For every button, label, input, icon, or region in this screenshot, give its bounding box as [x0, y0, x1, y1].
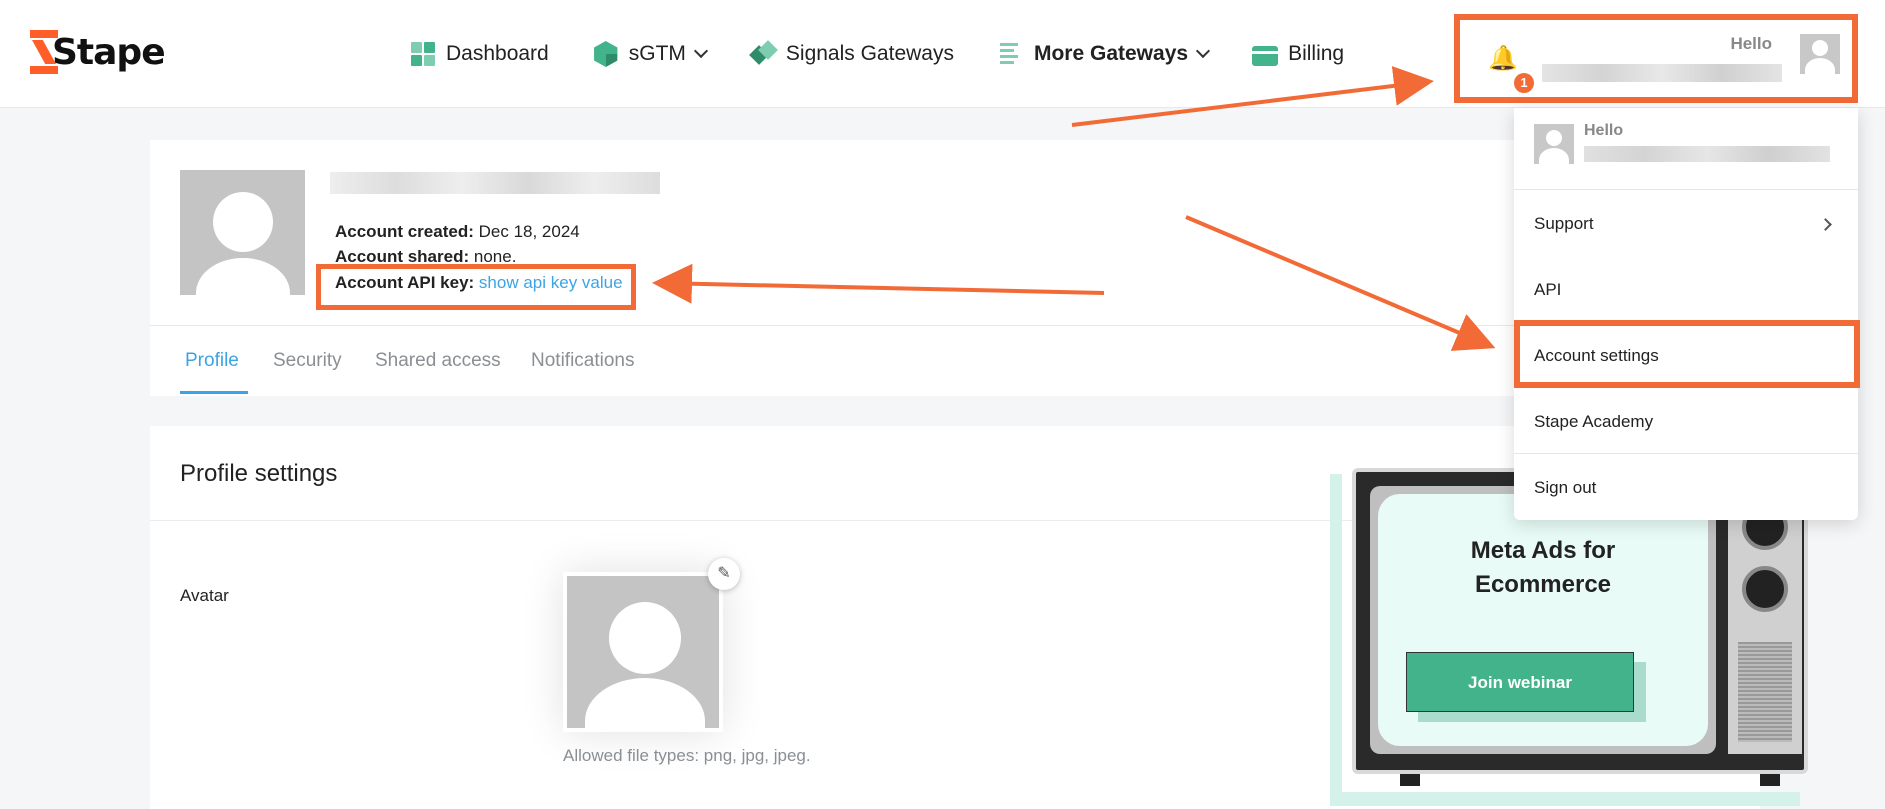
tab-shared-access[interactable]: Shared access — [375, 350, 501, 372]
nav-signals-gateways[interactable]: Signals Gateways — [748, 40, 954, 67]
dropdown-greeting: Hello — [1584, 122, 1624, 139]
menu-item-api[interactable]: API — [1514, 258, 1858, 322]
promo-title: Meta Ads for Ecommerce — [1470, 537, 1616, 598]
signals-icon — [748, 40, 778, 67]
join-webinar-button[interactable]: Join webinar — [1406, 652, 1634, 712]
tab-security[interactable]: Security — [273, 350, 342, 372]
nav-sgtm-label: sGTM — [628, 42, 686, 65]
bell-icon[interactable]: 🔔 — [1488, 44, 1518, 73]
tab-notifications[interactable]: Notifications — [531, 350, 635, 372]
nav-more-gateways-label: More Gateways — [1033, 42, 1189, 65]
avatar-label: Avatar — [180, 586, 229, 605]
user-dropdown-menu: Hello Support API Account settings Stape… — [1514, 108, 1858, 520]
account-avatar — [180, 170, 305, 295]
chevron-down-icon — [693, 43, 708, 59]
avatar[interactable] — [1800, 34, 1840, 74]
user-email-blurred — [1542, 64, 1782, 82]
pencil-icon[interactable]: ✎ — [708, 558, 740, 590]
account-created-label: Account created: — [335, 222, 474, 241]
dashboard-icon — [410, 41, 436, 67]
account-created-value: Dec 18, 2024 — [478, 222, 580, 241]
nav-signals-gateways-label: Signals Gateways — [785, 42, 954, 65]
dropdown-user-info: Hello — [1514, 108, 1858, 190]
active-tab-indicator — [180, 391, 248, 394]
nav-dashboard[interactable]: Dashboard — [410, 41, 549, 67]
tv-control-panel — [1728, 486, 1802, 754]
menu-item-stape-academy[interactable]: Stape Academy — [1514, 390, 1858, 454]
account-created: Account created: Dec 18, 2024 — [335, 222, 580, 242]
tv-screen: Meta Ads for Ecommerce Join webinar — [1378, 494, 1708, 746]
allowed-file-types: Allowed file types: png, jpg, jpeg. — [563, 746, 811, 765]
user-menu-toggle[interactable]: 🔔 1 Hello — [1454, 14, 1858, 103]
tab-profile[interactable]: Profile — [185, 350, 239, 372]
account-name-blurred — [330, 172, 660, 194]
chevron-right-icon — [1819, 217, 1832, 231]
menu-item-sign-out[interactable]: Sign out — [1514, 456, 1858, 520]
api-key-highlight — [316, 264, 636, 310]
menu-item-account-settings[interactable]: Account settings — [1514, 324, 1858, 388]
billing-icon — [1252, 45, 1279, 66]
stape-logo[interactable]: Stape — [30, 30, 166, 74]
nav-billing-label: Billing — [1288, 42, 1345, 65]
main-nav: Dashboard sGTM Signals Gateways More Gat… — [410, 34, 1388, 74]
avatar — [1534, 124, 1574, 164]
gateways-icon — [998, 41, 1024, 67]
page-title: Profile settings — [180, 460, 338, 487]
user-greeting: Hello — [1730, 34, 1772, 53]
avatar-upload-preview[interactable] — [563, 572, 723, 732]
stape-logo-mark — [30, 30, 58, 74]
dropdown-email-blurred — [1584, 146, 1830, 162]
nav-sgtm[interactable]: sGTM — [593, 41, 708, 67]
cube-icon — [594, 41, 618, 67]
menu-item-support[interactable]: Support — [1514, 192, 1858, 256]
logo-text: Stape — [52, 31, 166, 73]
nav-billing[interactable]: Billing — [1252, 42, 1344, 66]
nav-more-gateways[interactable]: More Gateways — [998, 41, 1211, 67]
nav-dashboard-label: Dashboard — [446, 42, 549, 65]
chevron-down-icon — [1195, 43, 1211, 59]
top-header: Stape Dashboard sGTM Signals Gateways Mo… — [0, 0, 1885, 108]
notification-badge: 1 — [1514, 73, 1534, 93]
